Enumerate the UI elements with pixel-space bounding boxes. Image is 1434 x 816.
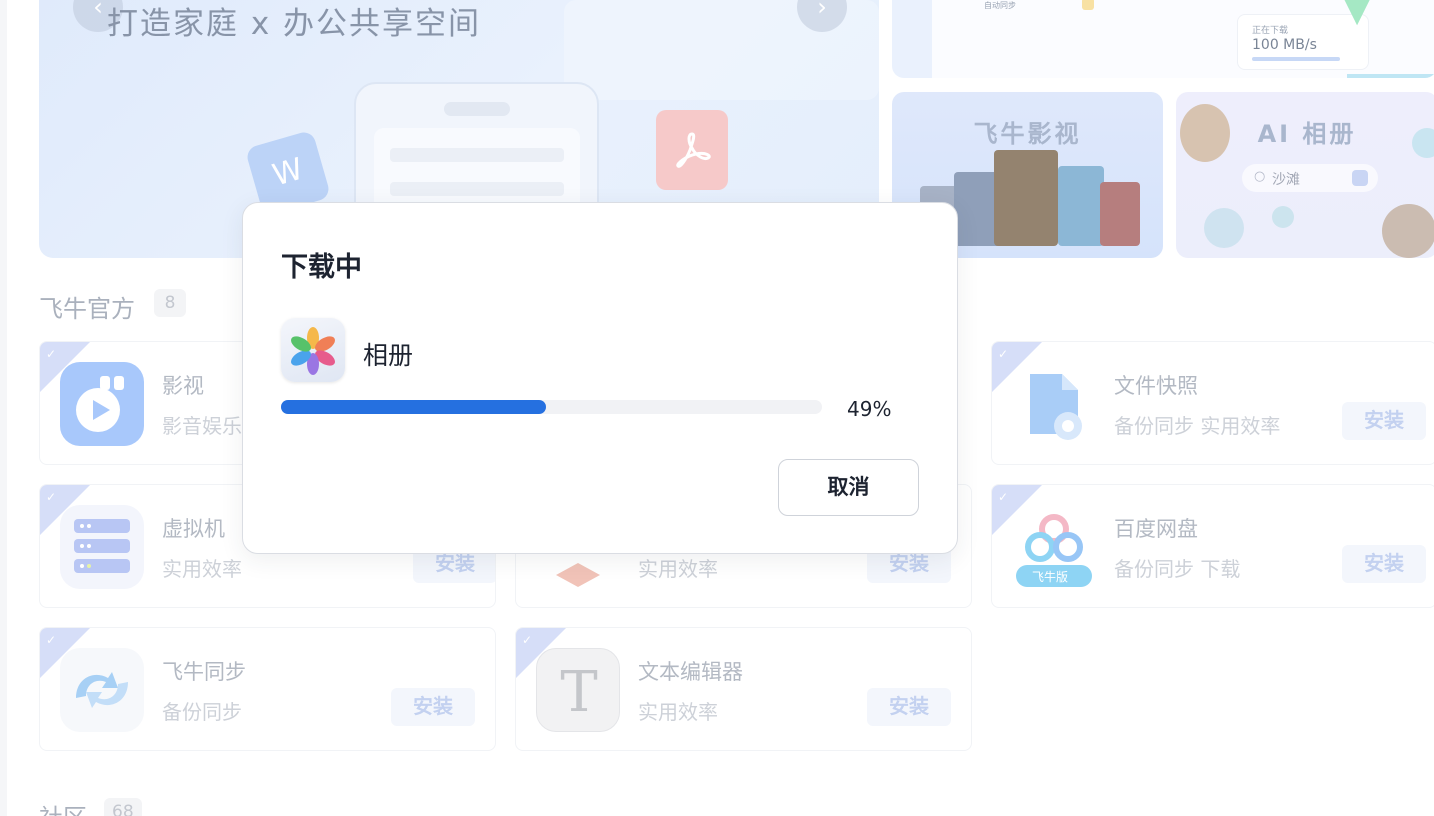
- app-name: 虚拟机: [162, 517, 225, 541]
- download-progress-bar: [281, 400, 822, 414]
- install-button[interactable]: 安装: [1342, 402, 1426, 440]
- app-category: 备份同步 下载: [1114, 557, 1241, 581]
- install-button[interactable]: 安装: [867, 688, 951, 726]
- search-icon: ○: [1254, 169, 1266, 184]
- app-name: 文件快照: [1114, 374, 1198, 398]
- app-card-file-snapshot[interactable]: ✓ 文件快照 备份同步 实用效率 安装: [991, 341, 1434, 465]
- section-title-official: 飞牛官方: [39, 295, 135, 323]
- photo-bubble: [1204, 208, 1244, 248]
- album-search-box: ○ 沙滩: [1242, 164, 1378, 192]
- server-stack-icon: [60, 505, 144, 589]
- folder-icon: [1082, 0, 1094, 10]
- sync-caption: 自动同步: [984, 1, 1016, 10]
- app-name: 飞牛同步: [162, 660, 246, 684]
- app-name: 百度网盘: [1114, 517, 1198, 541]
- movie-poster: [1100, 182, 1140, 246]
- app-category: 实用效率: [638, 700, 718, 724]
- section-count-community: 68: [104, 798, 142, 816]
- photo-bubble: [1272, 206, 1294, 228]
- official-badge-icon: ✓: [46, 347, 57, 361]
- svg-text:T: T: [560, 660, 597, 725]
- speed-label: 正在下载: [1252, 26, 1289, 36]
- file-snapshot-icon: [1012, 362, 1096, 446]
- sync-icon: [60, 648, 144, 732]
- app-card-fn-sync[interactable]: ✓ 飞牛同步 备份同步 安装: [39, 627, 496, 751]
- download-dialog: 下载中 相册 49% 取消: [242, 202, 958, 554]
- install-button[interactable]: 安装: [391, 688, 475, 726]
- app-category: 备份同步 实用效率: [1114, 414, 1281, 438]
- official-badge-icon: ✓: [998, 347, 1009, 361]
- app-category: 实用效率: [162, 557, 242, 581]
- download-promo-banner[interactable]: 自动同步 正在下载 100 MB/s ▼: [892, 0, 1434, 78]
- banner-title: 打造家庭 x 办公共享空间: [107, 6, 482, 42]
- download-progress-label: 49%: [847, 397, 892, 421]
- download-arrow-icon: ▼: [1344, 0, 1371, 30]
- app-badge: 飞牛版: [1032, 570, 1069, 584]
- album-search-text: 沙滩: [1272, 172, 1300, 188]
- app-card-baidu-netdisk[interactable]: ✓ 飞牛版 百度网盘 备份同步 下载 安装: [991, 484, 1434, 608]
- film-play-icon: [60, 362, 144, 446]
- photos-flower-icon: [281, 318, 345, 382]
- download-progress-fill: [281, 400, 547, 414]
- app-name: 文本编辑器: [638, 660, 743, 684]
- speed-bar: [1252, 57, 1340, 61]
- movie-poster: [1058, 166, 1104, 246]
- official-badge-icon: ✓: [46, 633, 57, 647]
- app-category: 备份同步: [162, 700, 242, 724]
- install-button[interactable]: 安装: [1342, 545, 1426, 583]
- app-name: 影视: [162, 374, 204, 398]
- pdf-doc-icon: [656, 110, 728, 190]
- app-center-page: ‹ 打造家庭 x 办公共享空间 › W 自动同步 正在下载 100 MB/s ▼: [0, 0, 1434, 816]
- ai-album-promo-tile[interactable]: AI 相册 ○ 沙滩: [1176, 92, 1434, 258]
- cancel-button[interactable]: 取消: [778, 459, 919, 516]
- speed-value: 100 MB/s: [1252, 37, 1317, 53]
- video-tile-label: 飞牛影视: [973, 120, 1082, 148]
- photo-bubble: [1412, 128, 1434, 158]
- image-search-icon: [1352, 170, 1368, 186]
- dialog-app-name: 相册: [363, 341, 414, 370]
- official-badge-icon: ✓: [522, 633, 533, 647]
- text-editor-icon: T: [536, 648, 620, 732]
- official-badge-icon: ✓: [998, 490, 1009, 504]
- movie-poster: [994, 150, 1058, 246]
- section-count-official: 8: [154, 289, 186, 317]
- dialog-title: 下载中: [281, 252, 362, 283]
- app-card-text-editor[interactable]: ✓ T 文本编辑器 实用效率 安装: [515, 627, 972, 751]
- photo-bubble: [1382, 204, 1434, 258]
- photo-bubble: [1180, 104, 1230, 162]
- official-badge-icon: ✓: [46, 490, 57, 504]
- app-category: 影音娱乐: [162, 414, 242, 438]
- section-title-community: 社区: [39, 798, 87, 816]
- sidebar-edge: [0, 0, 7, 816]
- app-category: 实用效率: [638, 557, 718, 581]
